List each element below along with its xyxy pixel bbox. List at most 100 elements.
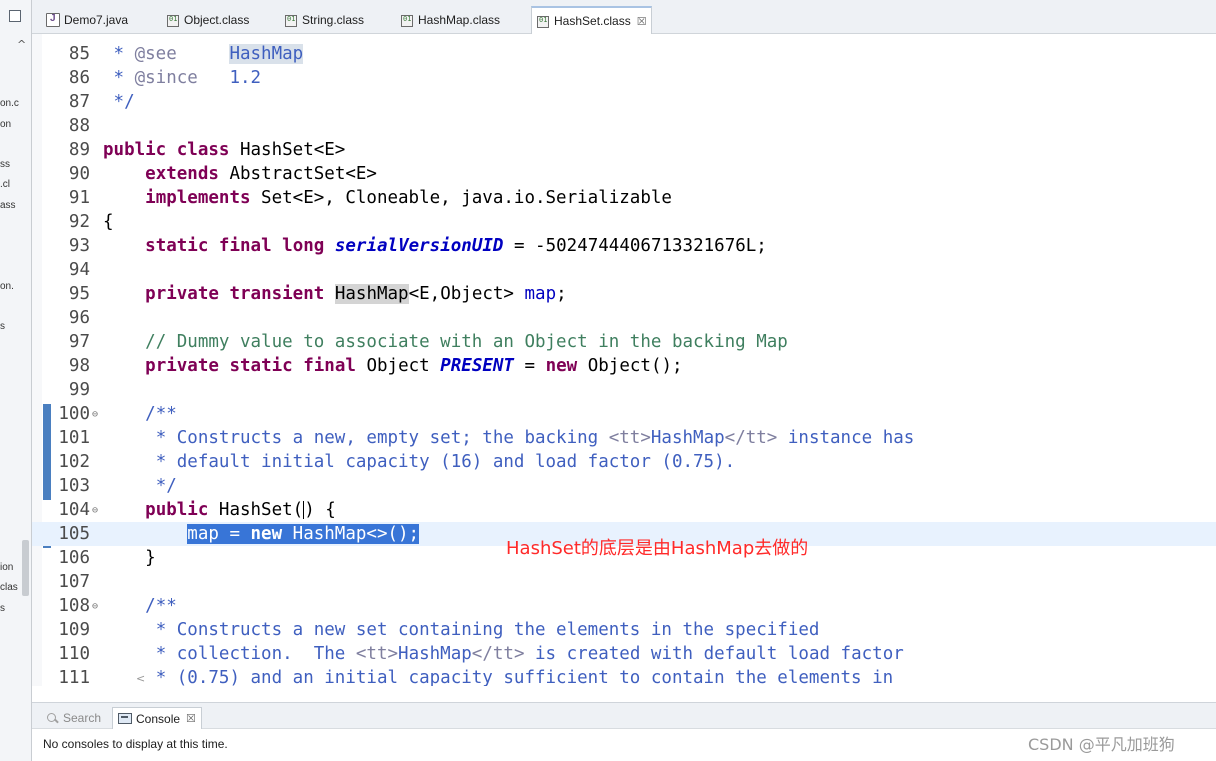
code-line-87: 87 */ [32,90,1216,114]
tab-hashset-class[interactable]: HashSet.class ☒ [531,6,652,34]
javadoc-html-tag: </tt> [471,644,525,664]
javadoc-text: */ [103,92,135,112]
keyword: class [176,140,230,160]
tab-console[interactable]: Console ☒ [112,707,202,729]
package-explorer-panel: ^ on.c on ss .cl ass on. s ion clas s [0,0,32,761]
keyword: final [218,236,272,256]
keyword: public [103,140,167,160]
explorer-item-fragment[interactable]: s [0,321,5,332]
javadoc-text: is created with default load factor [524,644,904,664]
code-line-92: 92 { [32,210,1216,234]
tab-label: Console [136,711,181,726]
keyword: new [250,524,283,544]
code-editor[interactable]: 85 * @see HashMap 86 * @since 1.2 87 */ … [32,34,1216,686]
class-file-icon [166,13,180,27]
line-number: 101 [58,428,90,448]
code-text: HashSet( [208,500,304,520]
explorer-item-fragment[interactable]: on [0,119,11,130]
tab-object-class[interactable]: Object.class [162,8,253,32]
code-text: = [218,524,251,544]
console-icon [118,713,132,724]
tab-string-class[interactable]: String.class [280,8,368,32]
javadoc-text: */ [155,476,177,496]
fold-collapse-icon[interactable]: ⊖ [92,601,103,612]
code-line-98: 98 private static final Object PRESENT =… [32,354,1216,378]
fold-collapse-icon[interactable]: ⊖ [92,505,103,516]
fold-collapse-icon[interactable]: ⊖ [92,409,103,420]
code-text: { [103,212,114,232]
line-number: 100 [58,404,90,424]
javadoc-html-tag: </tt> [724,428,778,448]
tab-hashmap-class[interactable]: HashMap.class [396,8,504,32]
explorer-item-fragment[interactable]: .cl [0,179,10,190]
keyword: final [303,356,356,376]
explorer-item-fragment[interactable]: ass [0,200,16,211]
line-number: 94 [68,260,90,280]
line-number: 86 [68,68,90,88]
code-text: ; [556,284,567,304]
scroll-left-icon[interactable]: < [136,672,145,685]
explorer-item-fragment[interactable]: ion [0,562,13,573]
horizontal-scrollbar[interactable]: < [92,672,1216,686]
code-line-107: 107 [32,570,1216,594]
javadoc-text [177,44,230,64]
code-line-93: 93 static final long serialVersionUID = … [32,234,1216,258]
keyword: extends [145,164,219,184]
close-tab-icon[interactable]: ☒ [637,15,647,28]
explorer-scrollbar-thumb[interactable] [22,540,29,596]
tab-demo7-java[interactable]: Demo7.java [42,8,132,32]
code-text: Object [355,356,441,376]
close-tab-icon[interactable]: ☒ [186,712,196,725]
keyword: static [145,236,209,256]
javadoc-text [198,68,230,88]
code-line-99: 99 [32,378,1216,402]
explorer-item-fragment[interactable]: s [0,603,5,614]
class-file-icon [284,13,298,27]
code-text: Set<E>, Cloneable, java.io.Serializable [250,188,672,208]
line-number: 85 [68,44,90,64]
line-number: 103 [58,476,90,496]
code-line-103: 103 */ [32,474,1216,498]
javadoc-text: * [103,44,135,64]
code-line-97: 97 // Dummy value to associate with an O… [32,330,1216,354]
explorer-item-fragment[interactable]: on.c [0,98,19,109]
line-number: 110 [58,644,90,664]
console-empty-message: No consoles to display at this time. [43,737,228,751]
line-number: 104 [58,500,90,520]
java-file-icon [46,13,60,27]
explorer-item-fragment[interactable]: ss [0,159,10,170]
code-line-109: 109 * Constructs a new set containing th… [32,618,1216,642]
keyword: new [545,356,578,376]
code-line-91: 91 implements Set<E>, Cloneable, java.io… [32,186,1216,210]
selected-code: map = new HashMap<>(); [187,524,420,544]
minimize-view-icon[interactable] [9,10,21,22]
code-line-90: 90 extends AbstractSet<E> [32,162,1216,186]
code-line-102: 102 * default initial capacity (16) and … [32,450,1216,474]
explorer-item-fragment[interactable]: clas [0,582,18,593]
explorer-item-fragment[interactable]: on. [0,281,14,292]
line-number: 97 [68,332,90,352]
keyword: implements [145,188,251,208]
tab-label: Demo7.java [64,13,129,27]
line-number: 91 [68,188,90,208]
code-text: ) { [304,500,336,520]
code-line-104: 104 ⊖ public HashSet() { [32,498,1216,522]
code-line-101: 101 * Constructs a new, empty set; the b… [32,426,1216,450]
tab-search[interactable]: Search [46,708,101,728]
code-line-96: 96 [32,306,1216,330]
line-comment: // Dummy value to associate with an Obje… [145,332,788,352]
keyword: private [145,284,219,304]
tab-label: HashMap.class [418,13,501,27]
javadoc-html-tag: <tt> [608,428,651,448]
class-file-icon [536,14,550,28]
collapse-up-icon[interactable]: ^ [17,38,26,51]
line-number: 109 [58,620,90,640]
